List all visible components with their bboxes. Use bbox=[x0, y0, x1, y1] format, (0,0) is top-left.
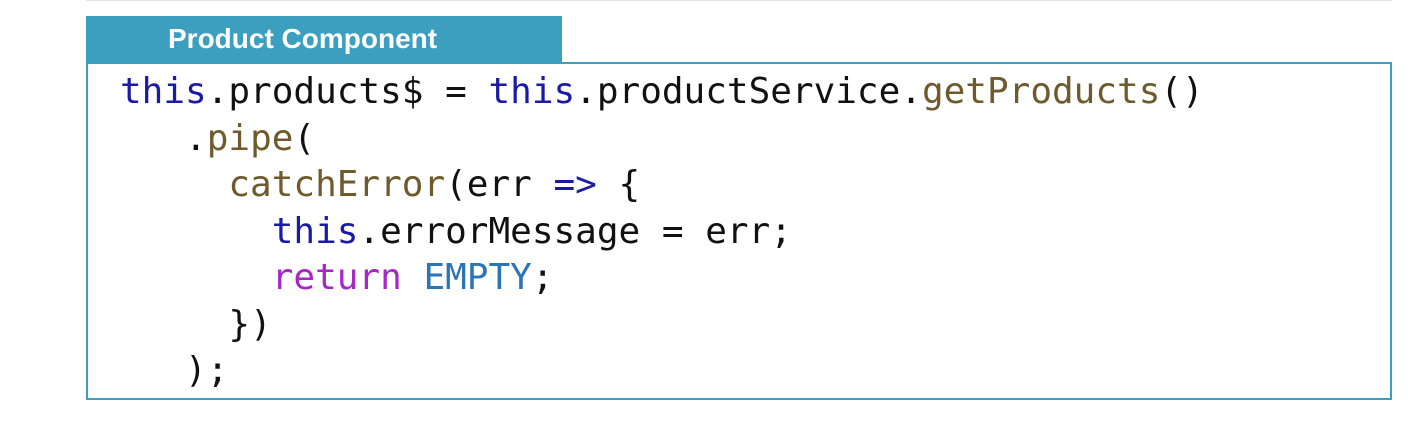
code-line-7: ); bbox=[120, 348, 1204, 395]
function-name: getProducts bbox=[921, 71, 1161, 112]
code-text: .productService. bbox=[575, 71, 922, 112]
code-block: this.products$ = this.productService.get… bbox=[86, 62, 1392, 400]
code-text: (err bbox=[445, 164, 554, 205]
code-text: ); bbox=[185, 350, 229, 391]
arrow-operator: => bbox=[553, 164, 597, 205]
keyword-this: this bbox=[271, 210, 359, 252]
component-title-tab: Product Component bbox=[86, 16, 562, 62]
function-name: pipe bbox=[206, 117, 294, 159]
code-text: () bbox=[1160, 71, 1204, 112]
code-text: }) bbox=[228, 303, 272, 345]
code-text: .products$ = bbox=[206, 71, 489, 112]
code-text: . bbox=[185, 117, 207, 159]
code-text: ( bbox=[293, 117, 316, 159]
function-name: catchError bbox=[228, 164, 446, 205]
code-line-1: this.products$ = this.productService.get… bbox=[120, 69, 1204, 116]
code-text: .errorMessage = err; bbox=[358, 210, 792, 252]
top-divider bbox=[86, 0, 1392, 1]
code-listing: this.products$ = this.productService.get… bbox=[120, 69, 1204, 395]
code-line-2: .pipe( bbox=[120, 116, 1204, 163]
code-line-3: catchError(err => { bbox=[120, 162, 1204, 209]
code-line-4: this.errorMessage = err; bbox=[120, 209, 1204, 256]
keyword-this: this bbox=[488, 71, 576, 112]
keyword-this: this bbox=[120, 71, 207, 112]
code-text: { bbox=[596, 164, 641, 205]
constant-name: EMPTY bbox=[423, 257, 532, 298]
code-line-5: return EMPTY; bbox=[120, 255, 1204, 302]
keyword-return: return bbox=[271, 257, 402, 298]
component-title: Product Component bbox=[168, 23, 438, 54]
code-text: ; bbox=[531, 257, 554, 298]
code-line-6: }) bbox=[120, 302, 1204, 349]
